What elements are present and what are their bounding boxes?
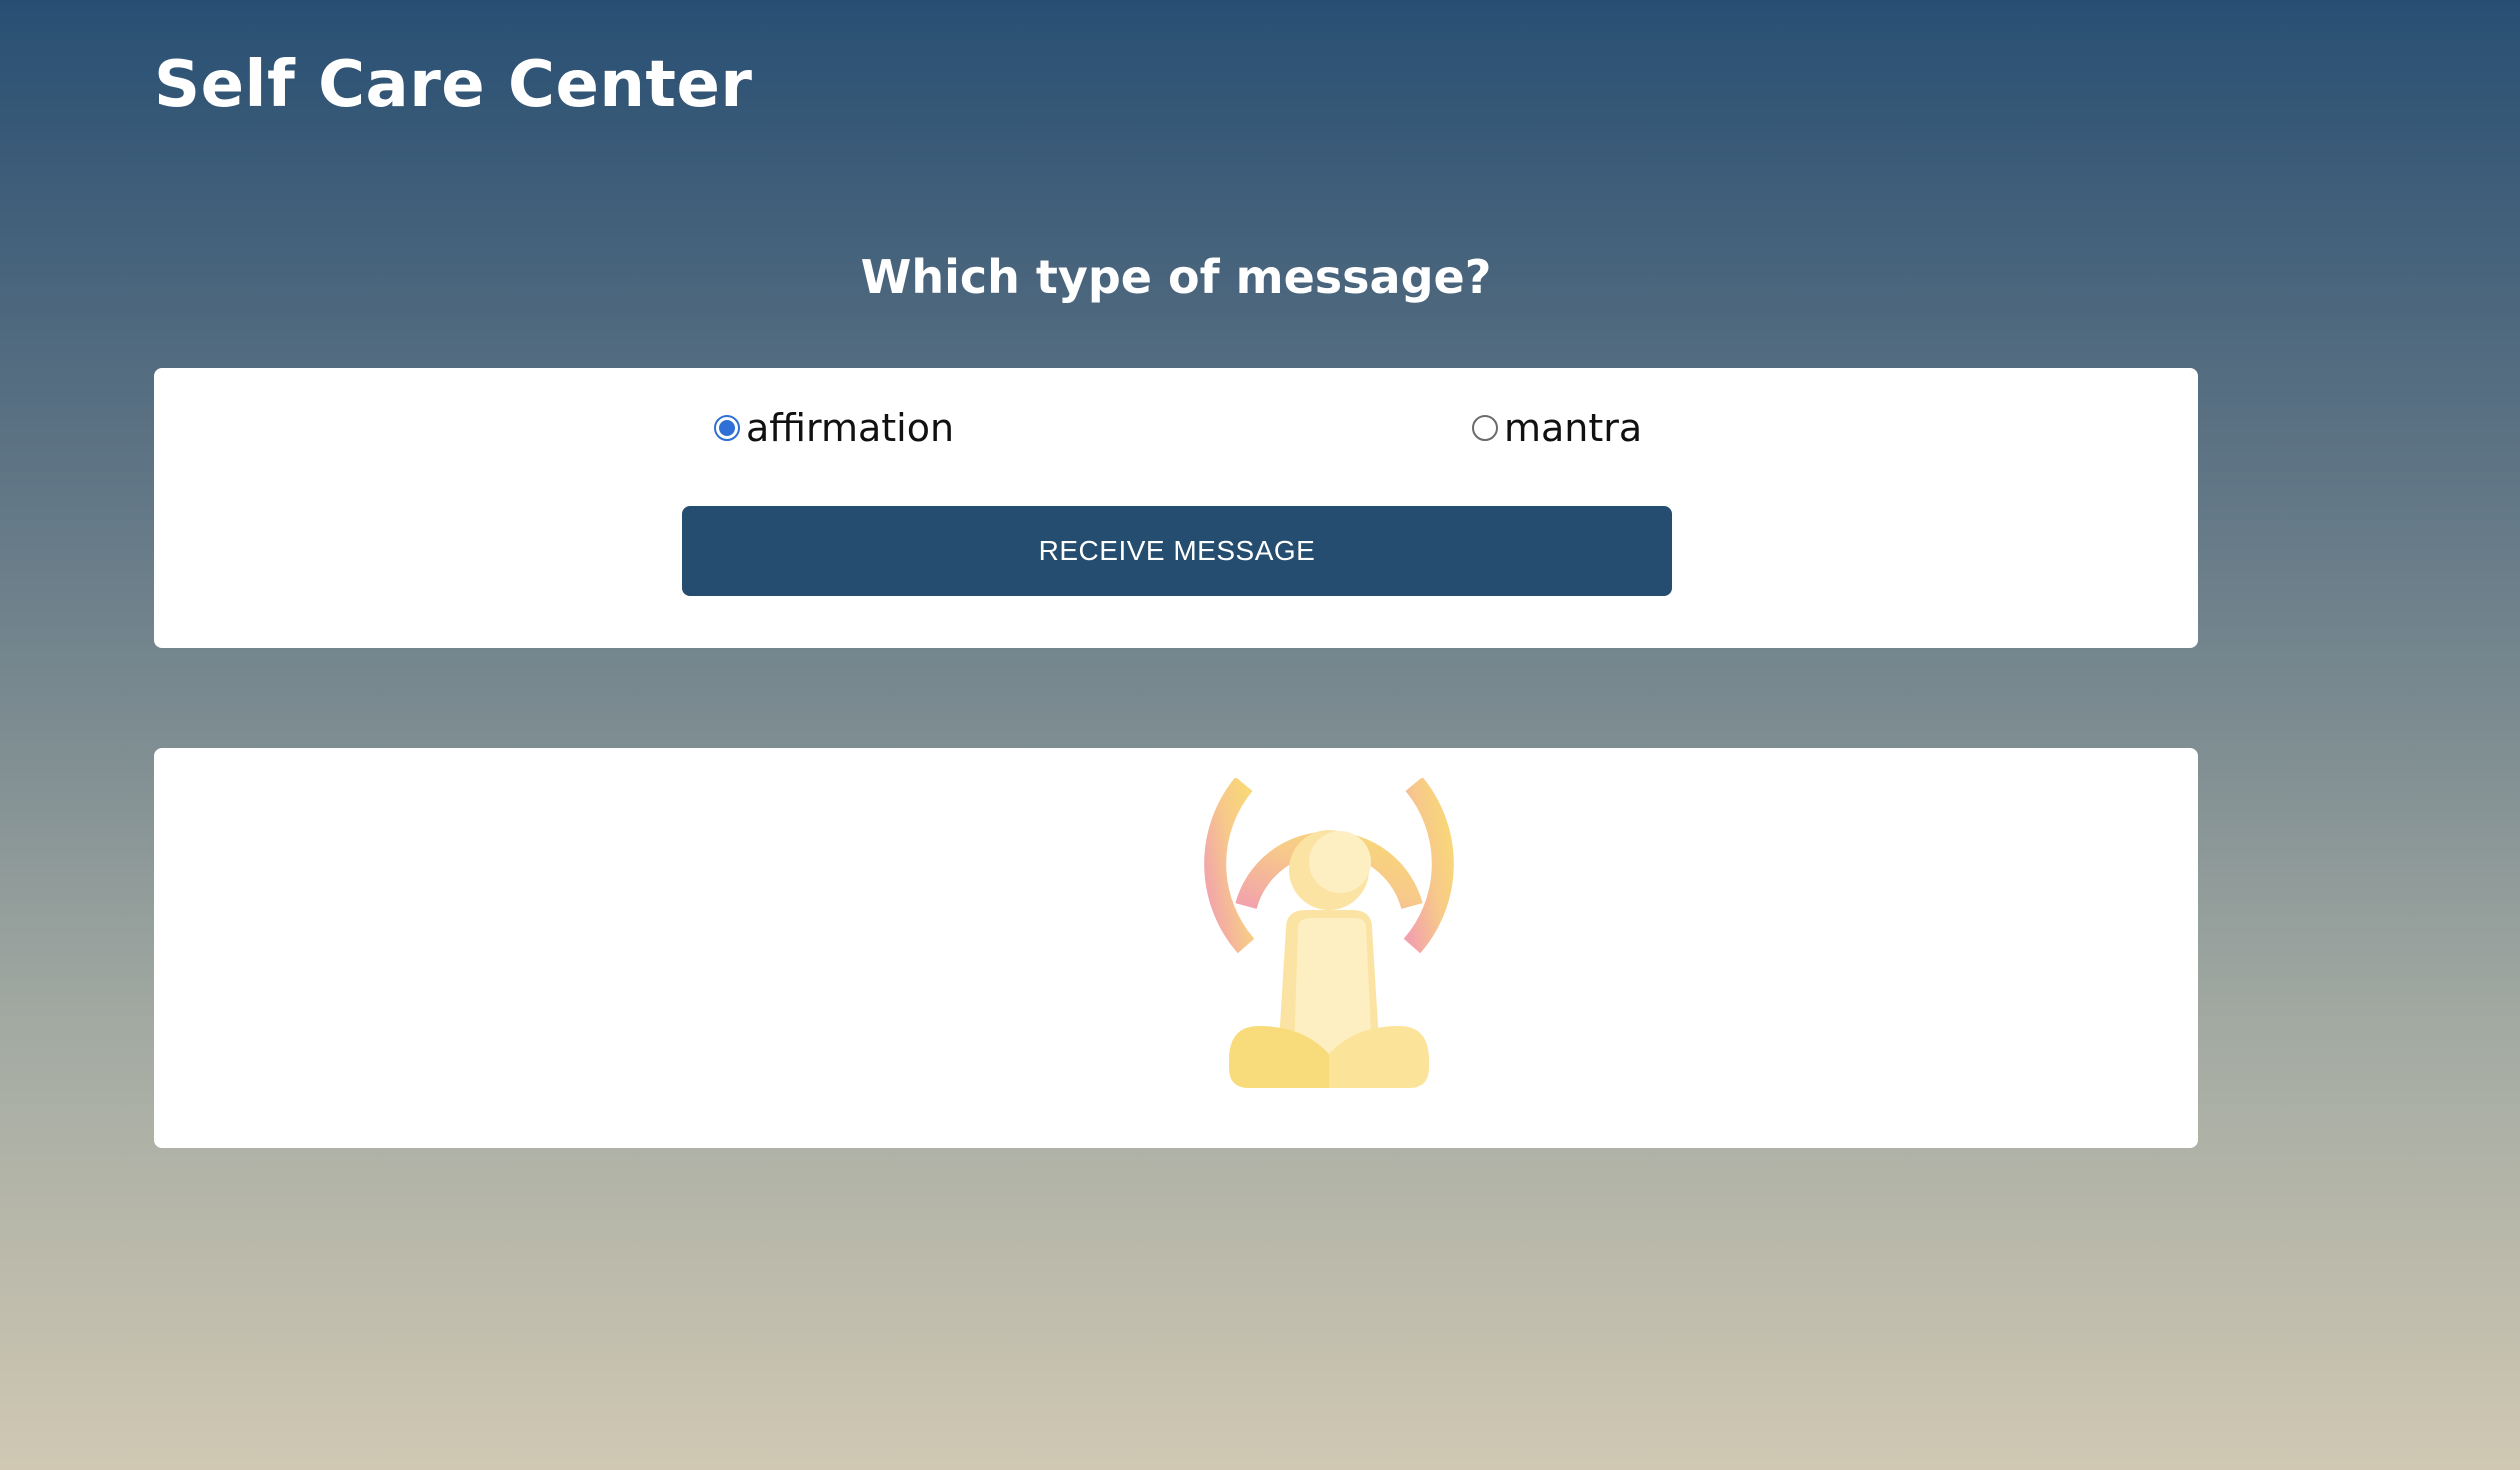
affirmation-radio[interactable] (714, 415, 740, 441)
mantra-label: mantra (1504, 406, 1643, 450)
affirmation-label: affirmation (746, 406, 955, 450)
mantra-radio[interactable] (1472, 415, 1498, 441)
affirmation-option[interactable]: affirmation (714, 398, 954, 458)
message-output-card (154, 748, 2198, 1148)
message-choice-card: affirmation mantra RECEIVE MESSAGE (154, 368, 2198, 648)
mantra-option[interactable]: mantra (1472, 398, 1642, 458)
meditation-icon (1204, 778, 1454, 1088)
message-type-question: Which type of message? (860, 250, 1492, 304)
app-title: Self Care Center (154, 48, 753, 122)
receive-message-button[interactable]: RECEIVE MESSAGE (682, 506, 1672, 596)
